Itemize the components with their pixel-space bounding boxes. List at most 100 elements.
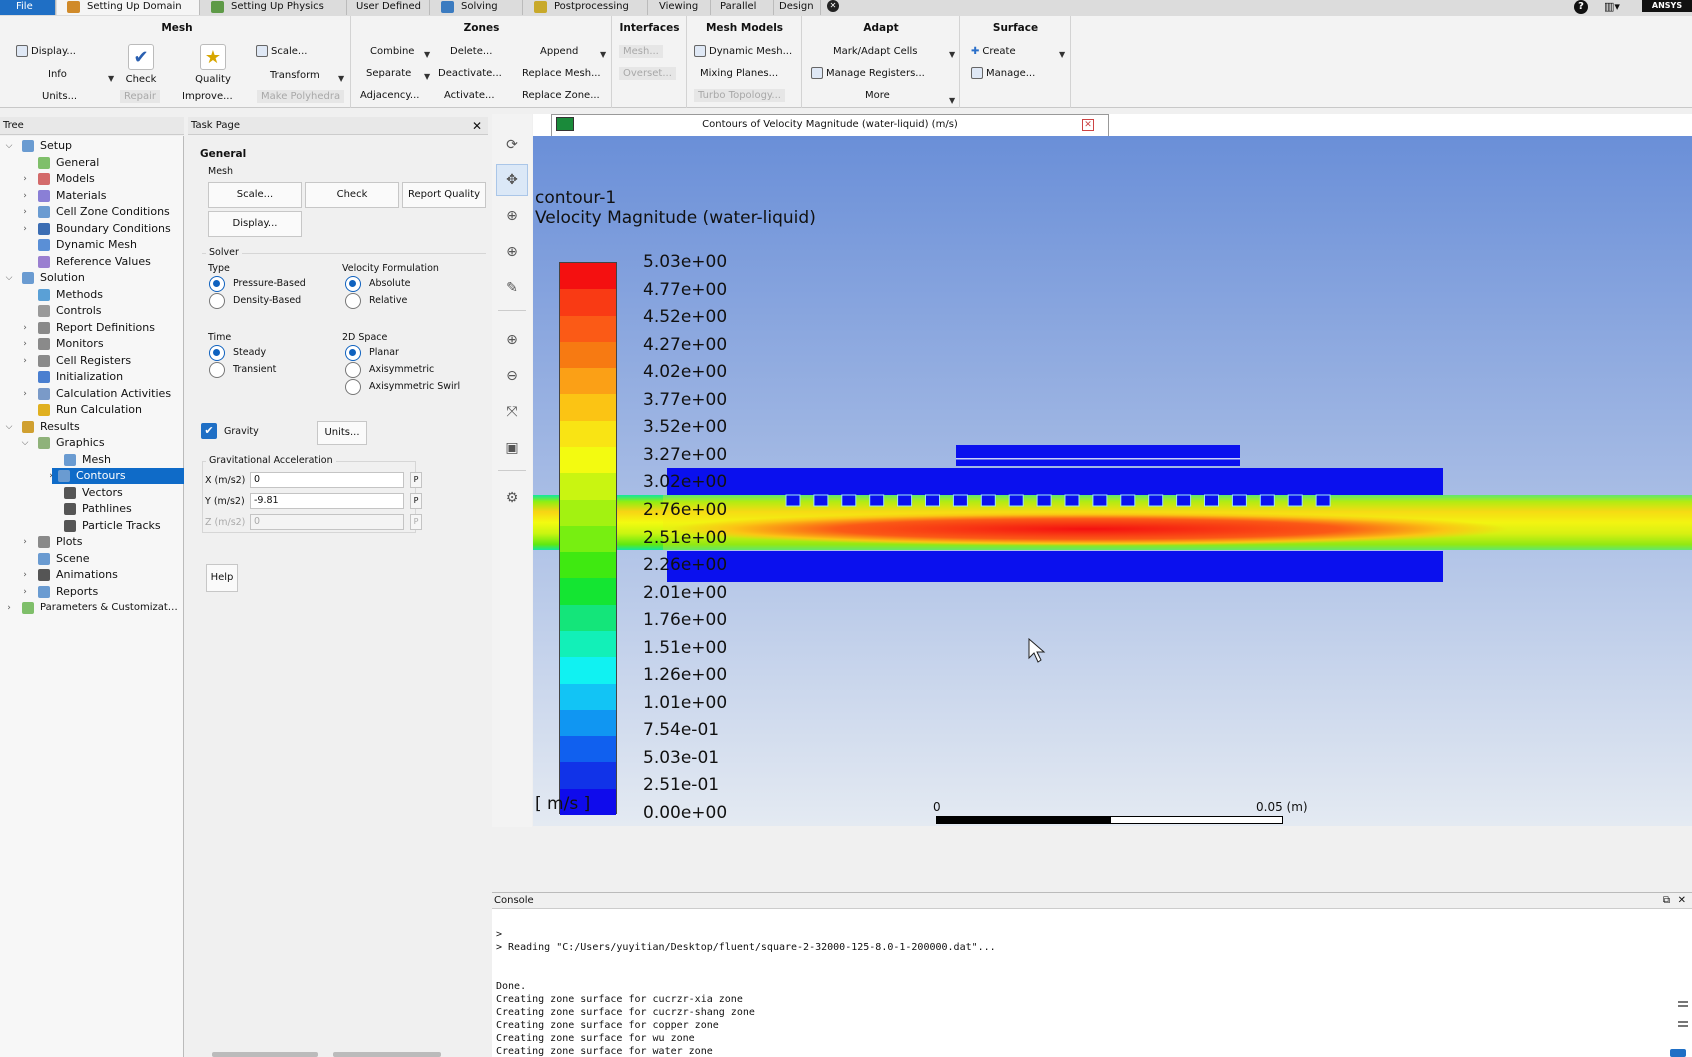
tab-parallel[interactable]: Parallel [712,0,774,15]
collapse-arrow-icon[interactable]: › [20,353,30,369]
float-icon[interactable]: ⧉ [1663,893,1670,909]
tab-solving[interactable]: Solving [431,0,523,15]
zones-activate-button[interactable]: Activate... [444,87,495,105]
steady-radio[interactable] [209,345,225,361]
separate-dropdown-icon[interactable]: ▼ [424,72,430,81]
collapse-arrow-icon[interactable]: › [46,468,56,484]
collapse-arrow-icon[interactable]: › [20,386,30,402]
tab-viewing[interactable]: Viewing [649,0,711,15]
scroll-grip-icon[interactable] [1678,1001,1688,1007]
collapse-arrow-icon[interactable]: › [20,534,30,550]
check-button[interactable]: Check [305,182,399,208]
mark-adapt-cells-button[interactable]: Mark/Adapt Cells [833,43,918,61]
collapse-arrow-icon[interactable]: › [20,584,30,600]
tab-postprocessing[interactable]: Postprocessing [524,0,648,15]
tree-item-reports[interactable]: › Reports [0,584,184,600]
tree-item-graphics[interactable]: ⌵ Graphics [0,435,184,451]
tree-item-report-definitions[interactable]: › Report Definitions [0,320,184,336]
tree-item-calculation-activities[interactable]: › Calculation Activities [0,386,184,402]
tree-item-cell-registers[interactable]: › Cell Registers [0,353,184,369]
tree-item-boundary-conditions[interactable]: › Boundary Conditions [0,221,184,237]
collapse-arrow-icon[interactable]: › [20,188,30,204]
collapse-arrow-icon[interactable]: › [20,320,30,336]
manage-registers-button[interactable]: Manage Registers... [811,65,925,83]
probe-icon[interactable]: ✎ [496,272,528,304]
axisymmetric-radio[interactable] [345,362,361,378]
interfaces-overset-button[interactable]: Overset... [619,65,676,83]
tree-item-controls[interactable]: Controls [0,303,184,319]
zoom-icon[interactable]: ⊕ [496,200,528,232]
mark-adapt-dropdown-icon[interactable]: ▼ [949,50,955,59]
collapse-arrow-icon[interactable]: › [20,336,30,352]
mesh-transform-button[interactable]: Transform [270,67,320,85]
turbo-topology-button[interactable]: Turbo Topology... [694,87,785,105]
planar-radio[interactable] [345,345,361,361]
report-quality-button[interactable]: Report Quality [402,182,486,208]
mesh-repair-button[interactable]: Repair [120,88,161,106]
create-dropdown-icon[interactable]: ▼ [1059,50,1065,59]
tree-item-monitors[interactable]: › Monitors [0,336,184,352]
zones-replace-mesh-button[interactable]: Replace Mesh... [522,65,601,83]
expand-arrow-icon[interactable]: ⌵ [20,435,30,451]
z-accel-input[interactable]: 0 [250,514,404,530]
x-param-button[interactable]: P [410,472,422,488]
tree-item-parameters-customizat[interactable]: › Parameters & Customizat… [0,600,184,616]
zones-deactivate-button[interactable]: Deactivate... [438,65,502,83]
close-icon[interactable]: ✕ [472,117,482,135]
gravity-checkbox[interactable]: ✔ [201,423,217,439]
mesh-check-button[interactable]: ✔ Check [121,42,161,94]
mixing-planes-button[interactable]: Mixing Planes... [700,65,778,83]
tree-item-reference-values[interactable]: Reference Values [0,254,184,270]
collapse-arrow-icon[interactable]: › [4,600,14,616]
tree-item-contours[interactable]: › Contours [49,468,184,484]
zones-combine-button[interactable]: Combine [370,43,414,61]
make-polyhedra-button[interactable]: Make Polyhedra [257,88,345,106]
graphics-tab[interactable]: Contours of Velocity Magnitude (water-li… [551,114,1109,136]
tree-item-scene[interactable]: Scene [0,551,184,567]
dynamic-mesh-button[interactable]: Dynamic Mesh... [694,43,792,61]
scrollbar-thumb[interactable] [333,1052,441,1057]
zoom-out-icon[interactable]: ⊖ [496,360,528,392]
tree-item-methods[interactable]: Methods [0,287,184,303]
collapse-arrow-icon[interactable]: › [20,567,30,583]
tree-item-run-calculation[interactable]: Run Calculation [0,402,184,418]
tree-item-particle-tracks[interactable]: Particle Tracks [0,518,184,534]
info-dropdown-icon[interactable]: ▼ [108,74,114,83]
more-dropdown-icon[interactable]: ▼ [949,96,955,105]
view-options-icon[interactable]: ⚙ [496,482,528,514]
help-icon[interactable]: ? [1574,0,1588,14]
zoom-box-icon[interactable]: ⊕ [496,236,528,268]
tree-item-vectors[interactable]: Vectors [0,485,184,501]
tree-item-plots[interactable]: › Plots [0,534,184,550]
gravity-units-button[interactable]: Units... [317,421,367,445]
tree-item-solution[interactable]: ⌵ Solution [0,270,184,286]
mesh-info-button[interactable]: Info [48,66,67,84]
absolute-radio[interactable] [345,276,361,292]
tree-item-cell-zone-conditions[interactable]: › Cell Zone Conditions [0,204,184,220]
graphics-view[interactable]: contour-1 Velocity Magnitude (water-liqu… [533,136,1692,826]
axisymmetric-swirl-radio[interactable] [345,379,361,395]
append-dropdown-icon[interactable]: ▼ [600,50,606,59]
expand-arrow-icon[interactable]: ⌵ [4,138,14,154]
tree-item-models[interactable]: › Models [0,171,184,187]
display-button[interactable]: Display... [208,211,302,237]
interfaces-mesh-button[interactable]: Mesh... [619,43,663,61]
zones-separate-button[interactable]: Separate [366,65,411,83]
tree-item-results[interactable]: ⌵ Results [0,419,184,435]
tree-item-mesh[interactable]: Mesh [0,452,184,468]
mesh-improve-button[interactable]: Improve... [182,88,233,106]
collapse-arrow-icon[interactable]: › [20,221,30,237]
pressure-based-radio[interactable] [209,276,225,292]
z-param-button[interactable]: P [410,514,422,530]
tree-item-dynamic-mesh[interactable]: Dynamic Mesh [0,237,184,253]
y-param-button[interactable]: P [410,493,422,509]
surface-create-button[interactable]: ✚ Create [971,43,1016,61]
tree-item-setup[interactable]: ⌵ Setup [0,138,184,154]
axes-icon[interactable]: ⤧ [496,396,528,428]
zones-delete-button[interactable]: Delete... [450,43,492,61]
mesh-units-button[interactable]: Units... [42,88,77,106]
transient-radio[interactable] [209,362,225,378]
layout-icon[interactable]: ▥▾ [1604,1,1628,13]
tab-user-defined[interactable]: User Defined [348,0,430,15]
density-based-radio[interactable] [209,293,225,309]
